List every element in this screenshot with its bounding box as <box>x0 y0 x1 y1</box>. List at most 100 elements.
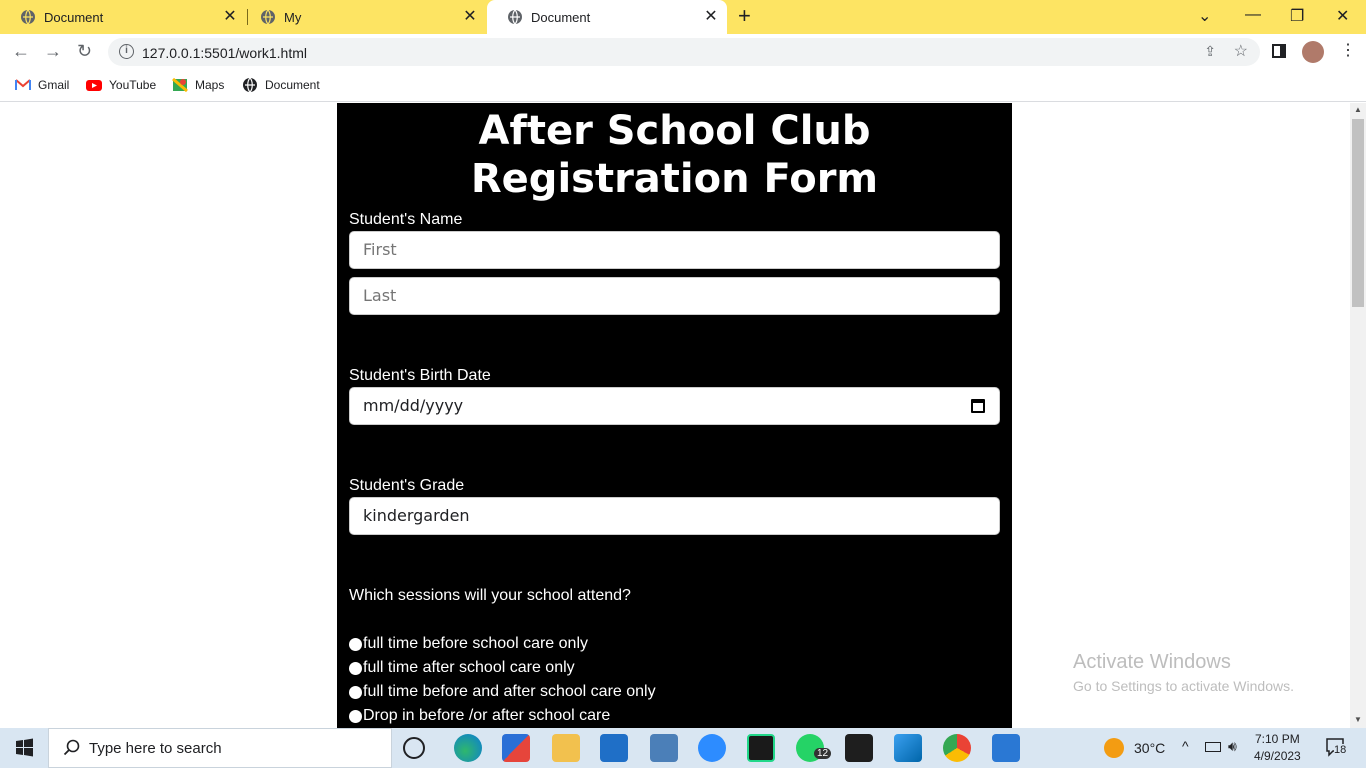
reload-icon[interactable]: ↻ <box>77 42 92 60</box>
grade-value: kindergarden <box>363 506 470 525</box>
globe-icon <box>21 9 35 25</box>
search-icon <box>63 739 80 756</box>
new-tab-button[interactable]: + <box>738 5 751 27</box>
terminal-icon[interactable] <box>845 734 873 762</box>
tab-title: Document <box>531 9 591 25</box>
gmail-icon <box>15 79 31 90</box>
weather-widget[interactable]: 30°C <box>1104 738 1165 758</box>
bookmark-youtube[interactable]: YouTube <box>86 77 156 93</box>
calendar-icon[interactable] <box>971 399 985 413</box>
page-viewport: After School Club Registration Form Stud… <box>0 103 1350 728</box>
globe-icon <box>508 9 522 25</box>
battery-icon[interactable] <box>1205 742 1221 752</box>
share-icon[interactable]: ⇪ <box>1204 43 1216 60</box>
side-panel-icon[interactable] <box>1272 44 1286 58</box>
youtube-icon <box>86 80 102 91</box>
close-tab-icon[interactable]: ✕ <box>222 9 238 25</box>
bookmark-maps[interactable]: Maps <box>172 77 224 93</box>
session-option-label: Drop in before /or after school care <box>363 707 611 724</box>
first-name-placeholder: First <box>363 240 397 259</box>
sun-icon <box>1104 738 1124 758</box>
windows-logo-icon <box>16 738 33 757</box>
close-window-button[interactable]: ✕ <box>1336 6 1349 26</box>
radio-button[interactable] <box>349 661 362 675</box>
clock[interactable]: 7:10 PM 4/9/2023 <box>1254 731 1301 765</box>
bookmark-label: Document <box>265 78 320 92</box>
volume-icon[interactable]: 🔊︎ <box>1228 738 1237 755</box>
back-arrow-icon[interactable]: ← <box>12 42 30 60</box>
start-button[interactable] <box>0 728 48 768</box>
scroll-up-icon[interactable]: ▲ <box>1354 105 1362 114</box>
whatsapp-badge: 12 <box>814 748 832 759</box>
edge-icon[interactable] <box>454 734 482 762</box>
address-bar[interactable]: i 127.0.0.1:5501/work1.html ⇪ ☆ <box>108 38 1260 66</box>
file-explorer-icon[interactable] <box>552 734 580 762</box>
pycharm-icon[interactable] <box>747 734 775 762</box>
form-title: After School Club Registration Form <box>470 108 879 202</box>
notification-count: 18 <box>1334 744 1347 756</box>
watermark-subtitle: Go to Settings to activate Windows. <box>1073 678 1294 694</box>
tab-document-active[interactable]: Document ✕ <box>487 0 727 34</box>
bookmark-document[interactable]: Document <box>242 77 320 93</box>
info-icon[interactable]: i <box>119 44 134 59</box>
clock-time: 7:10 PM <box>1255 732 1300 746</box>
bookmark-label: Maps <box>195 78 225 92</box>
grade-label: Student's Grade <box>349 477 465 494</box>
scrollbar-thumb[interactable] <box>1352 119 1364 307</box>
last-name-placeholder: Last <box>363 286 397 305</box>
menu-dots-icon[interactable]: ⋮ <box>1340 40 1356 60</box>
bookmark-gmail[interactable]: Gmail <box>15 77 69 93</box>
mail-icon[interactable] <box>600 734 628 762</box>
scroll-down-icon[interactable]: ▼ <box>1354 715 1362 724</box>
bookmark-label: YouTube <box>109 78 157 92</box>
vertical-scrollbar[interactable]: ▲ ▼ <box>1350 103 1366 728</box>
tab-bar: Document ✕ My ✕ Document ✕ + ⌄ — ❐ ✕ <box>0 0 1366 34</box>
tab-my[interactable]: My ✕ <box>240 0 486 34</box>
tab-search-icon[interactable]: ⌄ <box>1198 6 1211 26</box>
chrome-icon[interactable] <box>943 734 971 762</box>
radio-button[interactable] <box>349 637 362 651</box>
search-placeholder: Type here to search <box>89 739 222 757</box>
birth-date-label: Student's Birth Date <box>349 367 491 384</box>
session-option-label: full time before school care only <box>363 635 588 652</box>
tab-document-1[interactable]: Document ✕ <box>0 0 246 34</box>
first-name-input[interactable]: First <box>349 231 1000 269</box>
session-option[interactable]: full time before and after school care o… <box>349 683 656 701</box>
session-option-label: full time before and after school care o… <box>363 683 656 700</box>
session-option[interactable]: full time before school care only <box>349 635 588 653</box>
taskbar-search[interactable]: Type here to search <box>48 728 392 768</box>
radio-button[interactable] <box>349 709 362 723</box>
chevron-up-icon[interactable]: ^ <box>1182 738 1189 754</box>
bookmark-star-icon[interactable]: ☆ <box>1234 41 1248 61</box>
avatar[interactable] <box>1302 41 1324 63</box>
clock-date: 4/9/2023 <box>1254 749 1301 763</box>
activate-windows-watermark: Activate Windows Go to Settings to activ… <box>1073 651 1294 694</box>
browser-toolbar: ← → ↻ i 127.0.0.1:5501/work1.html ⇪ ☆ ⋮ <box>0 34 1366 70</box>
vscode-icon[interactable] <box>894 734 922 762</box>
store-icon[interactable] <box>502 734 530 762</box>
zoom-icon[interactable] <box>698 734 726 762</box>
close-tab-icon[interactable]: ✕ <box>462 9 478 25</box>
python-icon[interactable] <box>650 734 678 762</box>
notification-center[interactable]: 18 <box>1325 737 1347 757</box>
grade-input[interactable]: kindergarden <box>349 497 1000 535</box>
photos-icon[interactable] <box>992 734 1020 762</box>
radio-button[interactable] <box>349 685 362 699</box>
watermark-title: Activate Windows <box>1073 651 1231 673</box>
birth-date-input[interactable]: mm/dd/yyyy <box>349 387 1000 425</box>
close-tab-icon[interactable]: ✕ <box>703 9 719 25</box>
last-name-input[interactable]: Last <box>349 277 1000 315</box>
globe-icon <box>243 77 257 93</box>
session-option[interactable]: Drop in before /or after school care <box>349 707 610 725</box>
sessions-question: Which sessions will your school attend? <box>349 587 631 604</box>
session-option[interactable]: full time after school care only <box>349 659 575 677</box>
url-text[interactable]: 127.0.0.1:5501/work1.html <box>142 45 307 61</box>
restore-button[interactable]: ❐ <box>1290 6 1304 26</box>
minimize-button[interactable]: — <box>1245 6 1261 24</box>
temperature: 30°C <box>1134 740 1166 756</box>
forward-arrow-icon[interactable]: → <box>44 42 62 60</box>
bookmarks-bar: Gmail YouTube Maps Document <box>0 70 1366 102</box>
student-name-label: Student's Name <box>349 211 463 228</box>
task-view-icon[interactable] <box>403 737 425 759</box>
birth-date-placeholder: mm/dd/yyyy <box>363 396 464 415</box>
